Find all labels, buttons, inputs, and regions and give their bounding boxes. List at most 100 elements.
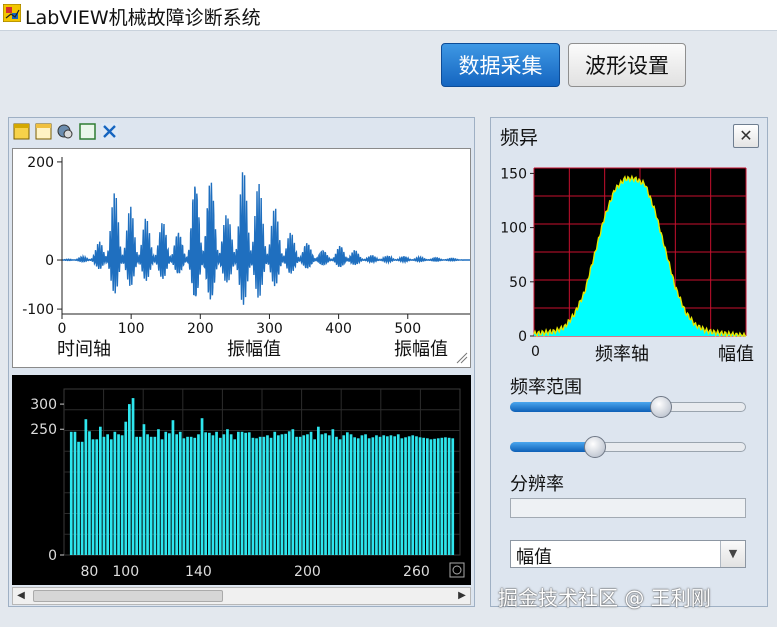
frequency-range-slider-upper[interactable]: [510, 396, 746, 418]
histogram-bar: [142, 424, 146, 555]
spectrum-y-tick-label: 100: [500, 221, 527, 237]
data-acquisition-button[interactable]: 数据采集: [441, 43, 560, 87]
scroll-right-arrow-icon[interactable]: ▶: [454, 588, 470, 604]
frequency-range-label: 频率范围: [510, 377, 582, 398]
horizontal-scrollbar[interactable]: ◀ ▶: [12, 587, 471, 605]
histogram-bar: [338, 439, 342, 555]
histogram-bar: [287, 431, 291, 555]
waveform-y-tick-label: 200: [27, 155, 54, 171]
histogram-bar: [429, 439, 433, 555]
slider-fill: [510, 442, 595, 452]
histogram-x-tick-label: 200: [294, 564, 321, 580]
scroll-thumb[interactable]: [33, 590, 223, 602]
frequency-range-slider-lower[interactable]: [510, 436, 746, 458]
histogram-bar: [444, 437, 447, 555]
histogram-plot: 80 100 140 200 260 300 250 0: [30, 388, 465, 580]
histogram-bar: [88, 431, 91, 555]
zoom-fit-icon[interactable]: [449, 562, 465, 578]
scroll-left-arrow-icon[interactable]: ◀: [13, 588, 29, 604]
histogram-bar: [262, 436, 266, 555]
x-axis-label-amplitude-mid: 振幅值: [227, 339, 281, 360]
slider-knob[interactable]: [583, 436, 606, 458]
waveform-graph[interactable]: 0 100 200 300 400 500 200 0 -100 时间轴 振幅值 振幅值: [12, 148, 471, 368]
histogram-bar: [193, 437, 197, 555]
waveform-y-tick-label: -100: [22, 302, 54, 318]
histogram-bar: [302, 435, 306, 555]
waveform-x-tick-label: 0: [58, 321, 67, 337]
chevron-down-icon[interactable]: ▼: [720, 541, 745, 567]
histogram-bar: [266, 435, 269, 555]
labview-app-icon: [3, 4, 21, 22]
resolution-label: 分辨率: [510, 474, 564, 495]
histogram-bar: [113, 431, 117, 555]
histogram-bar: [346, 432, 349, 555]
plot-legend-icon[interactable]: [79, 123, 96, 140]
histogram-bar: [436, 438, 440, 555]
resolution-field[interactable]: [510, 498, 746, 518]
cursor-legend-icon[interactable]: [13, 123, 30, 140]
histogram-bar: [273, 431, 277, 555]
histogram-bar: [422, 437, 425, 555]
histogram-bar: [189, 436, 193, 555]
graph-palette-icon[interactable]: [57, 123, 74, 140]
histogram-x-tick-label: 100: [112, 564, 139, 580]
histogram-graph[interactable]: 80 100 140 200 260 300 250 0: [12, 375, 471, 585]
histogram-bar: [382, 435, 386, 555]
histogram-bar: [215, 431, 218, 555]
histogram-bar: [160, 439, 164, 555]
histogram-bar: [255, 438, 258, 555]
histogram-bar: [378, 436, 382, 555]
histogram-bar: [117, 434, 120, 555]
histogram-bar: [251, 437, 255, 555]
watermark: 掘金技术社区 @ 王利刚: [498, 586, 711, 610]
histogram-bar: [447, 437, 451, 555]
histogram-bar: [356, 438, 360, 555]
waveform-settings-button[interactable]: 波形设置: [568, 43, 686, 87]
histogram-bar: [371, 437, 375, 555]
spectrum-y-axis-label: 幅值: [718, 344, 754, 365]
histogram-bar: [186, 436, 189, 555]
histogram-bar: [69, 431, 73, 555]
histogram-bar: [295, 436, 298, 555]
histogram-bar: [342, 435, 346, 555]
histogram-bar: [149, 436, 153, 555]
slider-fill: [510, 402, 662, 412]
histogram-bar: [451, 438, 455, 555]
histogram-bar: [226, 429, 229, 555]
histogram-bar: [324, 433, 327, 555]
histogram-bar: [327, 435, 331, 555]
histogram-bar: [433, 438, 436, 555]
display-mode-select[interactable]: 幅值 ▼: [510, 540, 746, 568]
histogram-bar: [237, 431, 240, 555]
histogram-bar: [200, 418, 204, 555]
histogram-bar: [95, 439, 99, 555]
axis-scale-icon[interactable]: [101, 123, 118, 140]
histogram-bar: [364, 434, 367, 555]
histogram-bar: [291, 429, 295, 555]
histogram-bar: [306, 434, 309, 555]
histogram-bar: [269, 437, 273, 555]
histogram-bar: [284, 433, 287, 555]
histogram-bar: [84, 419, 88, 555]
scale-legend-icon[interactable]: [35, 123, 52, 140]
histogram-bar: [415, 436, 418, 555]
waveform-x-tick-label: 200: [187, 321, 214, 337]
histogram-x-tick-label: 260: [403, 564, 430, 580]
close-panel-button[interactable]: ✕: [733, 124, 759, 148]
histogram-bar: [360, 435, 364, 555]
title-bar: LabVIEW机械故障诊断系统: [0, 0, 777, 31]
histogram-bar: [229, 434, 233, 555]
spectrum-panel-title: 频异: [500, 127, 539, 149]
spectrum-graph[interactable]: 150 100 50 0 0 频率轴 幅值: [496, 160, 776, 370]
histogram-bar: [258, 436, 262, 555]
histogram-bar: [404, 437, 407, 555]
spectrum-x-axis-label: 频率轴: [595, 344, 649, 365]
histogram-bar: [91, 439, 95, 555]
histogram-bar: [128, 404, 131, 555]
histogram-bar: [120, 435, 124, 555]
slider-knob[interactable]: [650, 396, 673, 418]
histogram-bar: [106, 434, 109, 555]
waveform-x-tick-label: 500: [394, 321, 421, 337]
histogram-bar: [211, 435, 215, 555]
histogram-bar: [386, 436, 389, 555]
